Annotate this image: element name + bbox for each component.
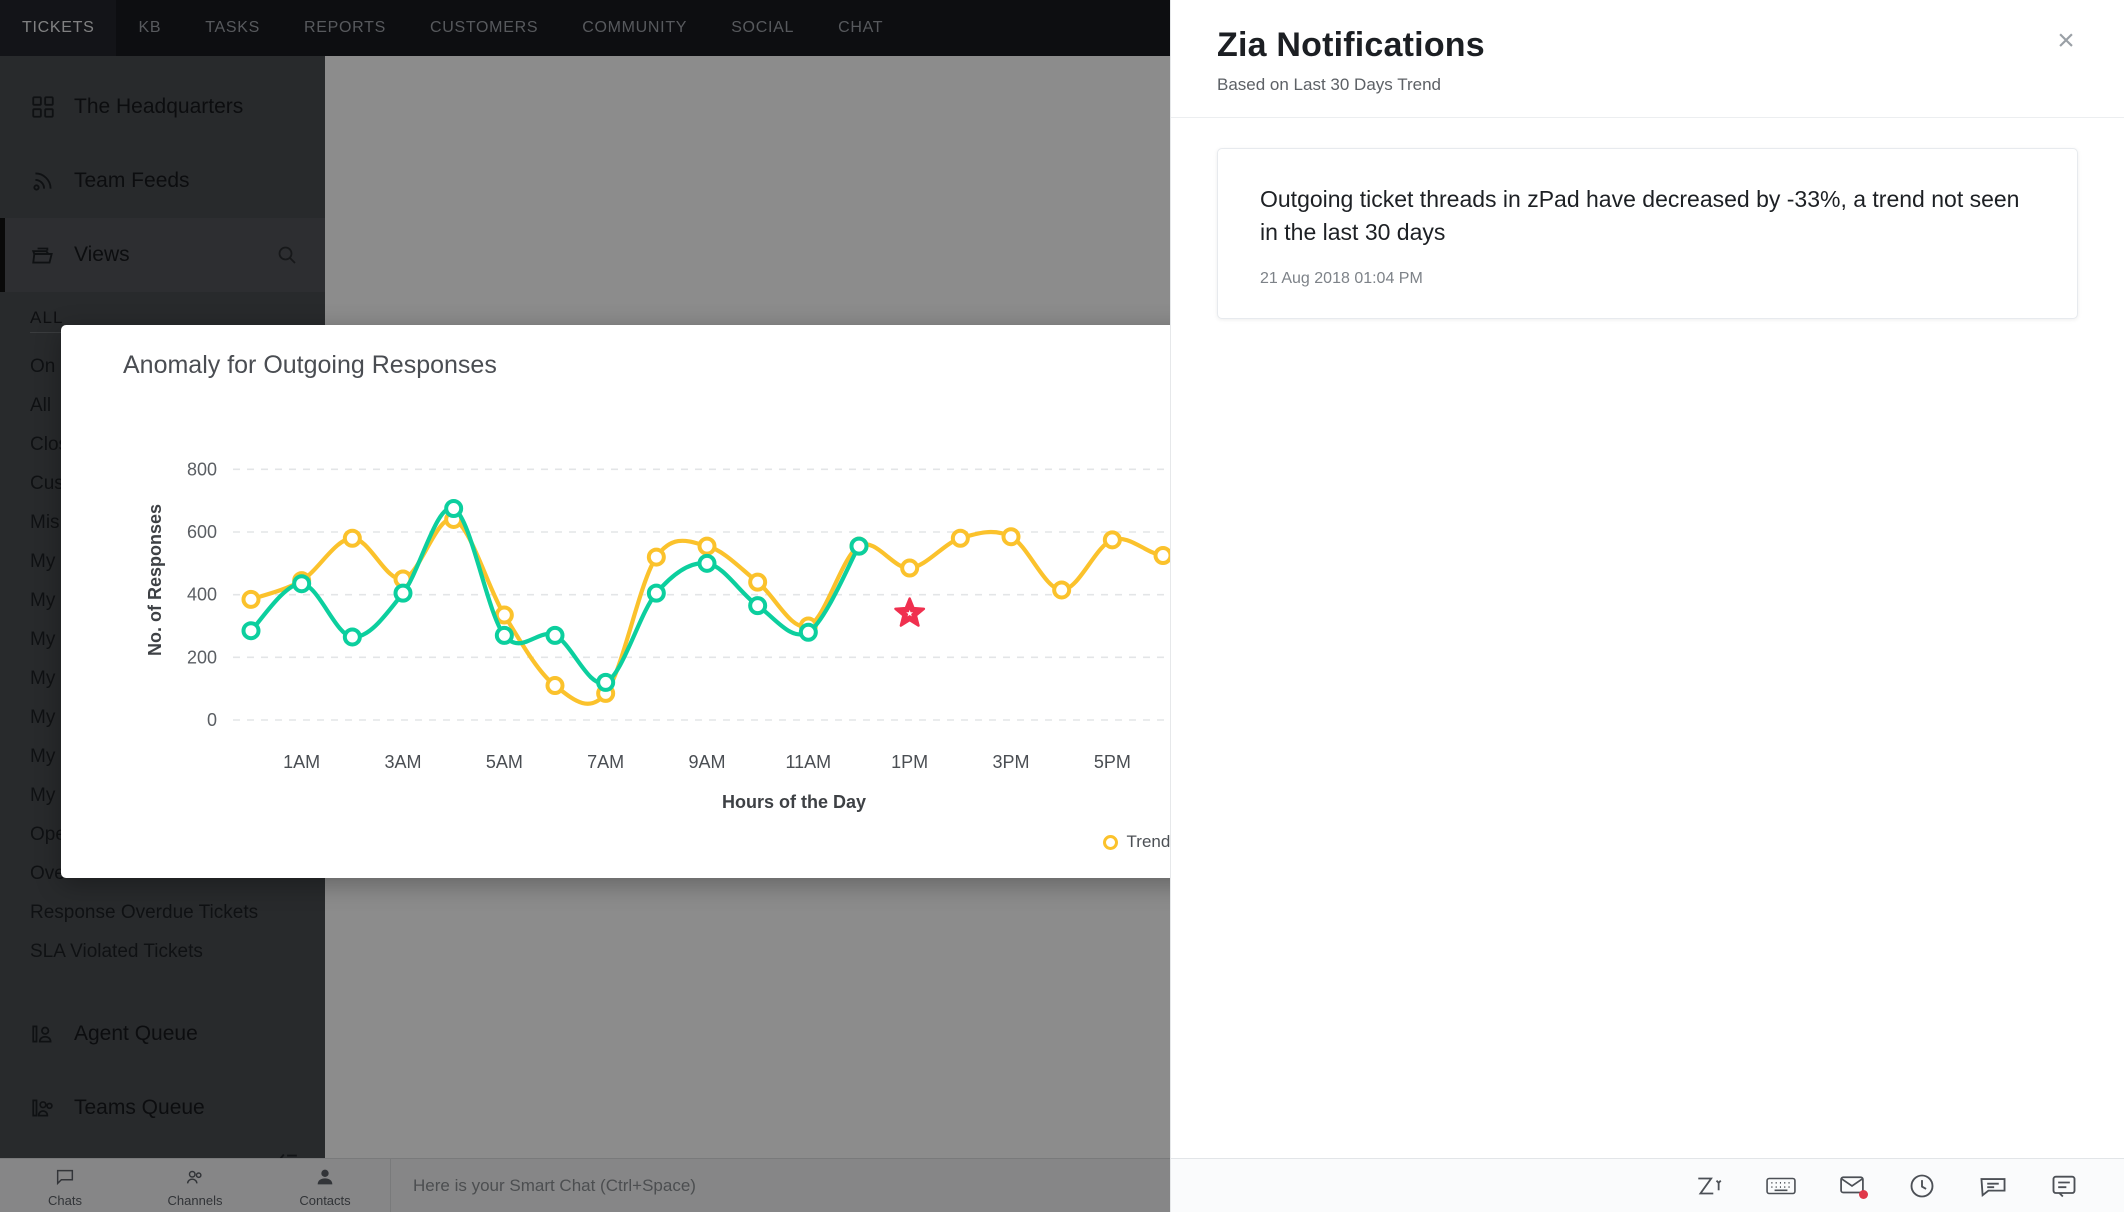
- zia-notification-card[interactable]: Outgoing ticket threads in zPad have dec…: [1217, 148, 2078, 320]
- topnav-item-social[interactable]: SOCIAL: [709, 0, 816, 56]
- smart-chat-bar: Chats Channels Contacts Here is your Sma…: [0, 1158, 1170, 1212]
- top-navigation: TICKETS KB TASKS REPORTS CUSTOMERS COMMU…: [0, 0, 1170, 56]
- teams-queue-icon: [30, 1095, 74, 1121]
- topnav-item-kb[interactable]: KB: [116, 0, 183, 56]
- legend-marker-ring: [1102, 834, 1118, 850]
- zia-header: Zia Notifications Based on Last 30 Days …: [1171, 0, 2124, 118]
- rss-icon: [30, 168, 74, 194]
- svg-text:800: 800: [187, 459, 217, 479]
- svg-text:3AM: 3AM: [384, 752, 421, 772]
- topnav-item-customers[interactable]: CUSTOMERS: [408, 0, 560, 56]
- svg-text:0: 0: [207, 710, 217, 730]
- sidebar-item-label: Team Feeds: [74, 169, 190, 192]
- topnav-item-reports[interactable]: REPORTS: [282, 0, 408, 56]
- topnav-item-chat[interactable]: CHAT: [816, 0, 905, 56]
- sidebar-item-agent-queue[interactable]: Agent Queue: [0, 997, 325, 1071]
- zia-bottom-toolbar: [1171, 1158, 2124, 1212]
- topnav-label: REPORTS: [304, 19, 386, 36]
- topnav-label: SOCIAL: [731, 19, 795, 36]
- zia-icon[interactable]: [1694, 1173, 1724, 1199]
- sidebar-item-headquarters[interactable]: The Headquarters: [0, 70, 325, 144]
- sidebar-item-team-feeds[interactable]: Team Feeds: [0, 144, 325, 218]
- chatbar-label: Channels: [167, 1192, 223, 1208]
- sidebar-item-teams-queue[interactable]: Teams Queue: [0, 1071, 325, 1145]
- chatbar-label: Chats: [48, 1192, 82, 1208]
- keyboard-icon[interactable]: [1766, 1175, 1796, 1197]
- topnav-item-community[interactable]: COMMUNITY: [560, 0, 709, 56]
- zia-notifications-panel: Zia Notifications Based on Last 30 Days …: [1170, 0, 2124, 1212]
- topnav-item-tasks[interactable]: TASKS: [183, 0, 282, 56]
- svg-text:11AM: 11AM: [785, 752, 831, 772]
- svg-text:400: 400: [187, 585, 217, 605]
- zia-card-text: Outgoing ticket threads in zPad have dec…: [1260, 186, 2020, 245]
- topnav-label: KB: [138, 19, 162, 36]
- topnav-label: CHAT: [838, 19, 884, 36]
- svg-text:7AM: 7AM: [587, 752, 624, 772]
- svg-text:1AM: 1AM: [283, 752, 320, 772]
- topnav-label: CUSTOMERS: [429, 19, 539, 36]
- sidebar-item-label: The Headquarters: [74, 95, 244, 118]
- chatbar-item-contacts[interactable]: Contacts: [260, 1164, 390, 1208]
- sidebar-item-label: Teams Queue: [74, 1096, 205, 1119]
- search-icon[interactable]: [275, 243, 299, 267]
- chatbar-item-channels[interactable]: Channels: [130, 1164, 260, 1208]
- sidebar-primary-nav: The Headquarters Team Feeds Views: [0, 56, 325, 292]
- legend-item-trend[interactable]: Trend: [1102, 832, 1171, 852]
- views-list-item[interactable]: SLA Violated Tickets: [30, 932, 325, 971]
- topnav-item-tickets[interactable]: TICKETS: [0, 0, 117, 56]
- grid-icon: [30, 94, 74, 120]
- sidebar-queues: Agent Queue Teams Queue: [0, 971, 325, 1145]
- agent-queue-icon: [30, 1021, 74, 1047]
- topnav-label: COMMUNITY: [582, 19, 688, 36]
- svg-text:200: 200: [187, 647, 217, 667]
- topnav-label: TICKETS: [22, 19, 95, 36]
- folder-icon: [30, 242, 74, 268]
- smart-chat-input[interactable]: Here is your Smart Chat (Ctrl+Space): [390, 1159, 1170, 1212]
- zia-card-timestamp: 21 Aug 2018 01:04 PM: [1260, 270, 1423, 288]
- views-list-item[interactable]: Response Overdue Tickets: [30, 893, 325, 932]
- new-message-icon[interactable]: [1838, 1174, 1868, 1199]
- sidebar-item-label: Views: [74, 243, 130, 266]
- sidebar-item-label: Agent Queue: [74, 1022, 198, 1045]
- svg-text:1PM: 1PM: [891, 752, 928, 772]
- chatbar-item-chats[interactable]: Chats: [0, 1164, 130, 1208]
- legend-label: Trend: [1126, 832, 1171, 851]
- chart-y-axis-label: No. of Responses: [145, 503, 165, 657]
- chats-icon: [54, 1166, 76, 1191]
- svg-text:3PM: 3PM: [992, 752, 1029, 772]
- contacts-icon: [314, 1166, 336, 1191]
- svg-text:5PM: 5PM: [1094, 752, 1131, 772]
- zia-title: Zia Notifications: [1217, 26, 1485, 64]
- app-root: TICKETS KB TASKS REPORTS CUSTOMERS COMMU…: [0, 0, 2124, 1212]
- notes-icon[interactable]: [2050, 1173, 2078, 1199]
- chatbar-label: Contacts: [299, 1192, 351, 1208]
- notification-dot: [1859, 1189, 1868, 1199]
- channels-icon: [184, 1166, 206, 1191]
- close-icon[interactable]: ×: [2050, 26, 2082, 58]
- svg-text:600: 600: [187, 522, 217, 542]
- views-all-tab[interactable]: ALL: [30, 308, 64, 333]
- svg-text:5AM: 5AM: [486, 752, 523, 772]
- sidebar-item-views[interactable]: Views: [0, 218, 325, 292]
- chat-bubble-icon[interactable]: [1978, 1173, 2008, 1199]
- svg-text:9AM: 9AM: [688, 752, 725, 772]
- zia-subtitle: Based on Last 30 Days Trend: [1217, 75, 1441, 94]
- topnav-label: TASKS: [205, 19, 260, 36]
- clock-icon[interactable]: [1908, 1172, 1936, 1200]
